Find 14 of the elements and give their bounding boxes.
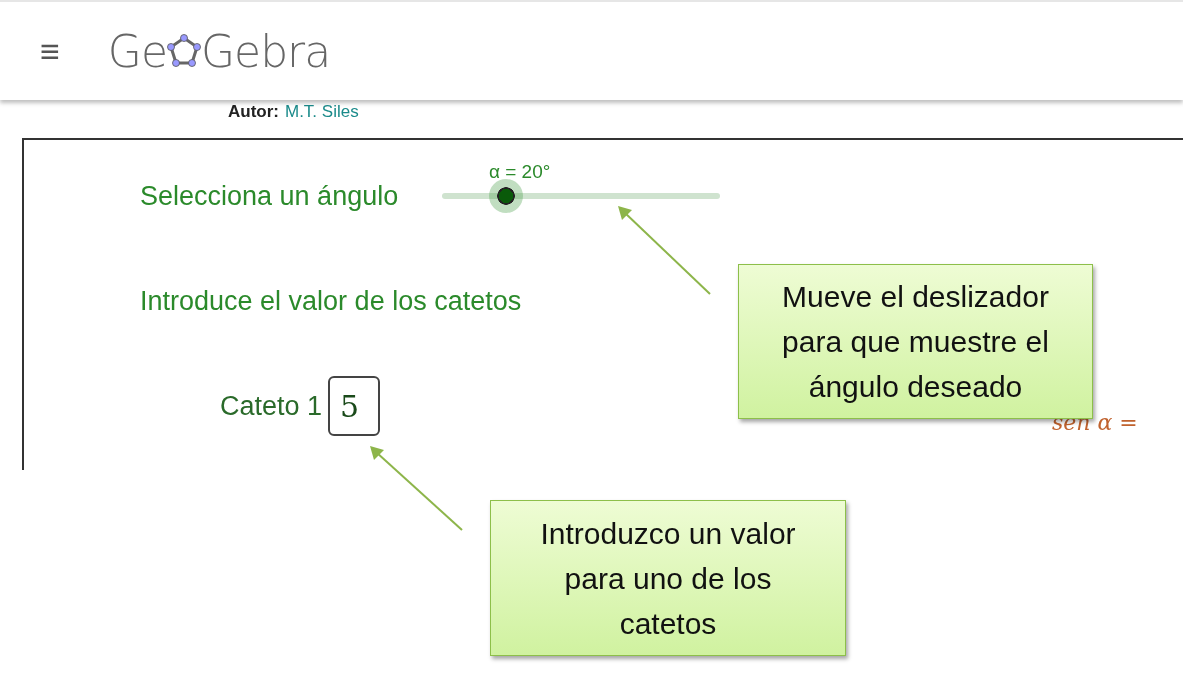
app-logo: Ge Gebra [107,25,331,77]
callout-note: Mueve el deslizador para que muestre el ángulo deseado [738,264,1093,419]
author-label: Autor: [228,102,279,122]
slider-reading: α = 20° [488,161,551,183]
prompt-text: Introduce el valor de los catetos [140,285,522,317]
callout-note: Introduzco un valor para uno de los catetos [490,500,846,656]
menu-button[interactable]: ≡ [40,34,60,68]
input-field[interactable]: 5 [328,376,381,436]
author-link[interactable]: M.T. Siles [285,102,359,122]
input-label: Cateto 1 [220,390,323,422]
slider-track[interactable] [442,179,721,213]
slider-label: Selecciona un ángulo [140,180,399,212]
pentagon-logo-icon [167,34,201,68]
slider-thumb[interactable] [489,179,524,213]
